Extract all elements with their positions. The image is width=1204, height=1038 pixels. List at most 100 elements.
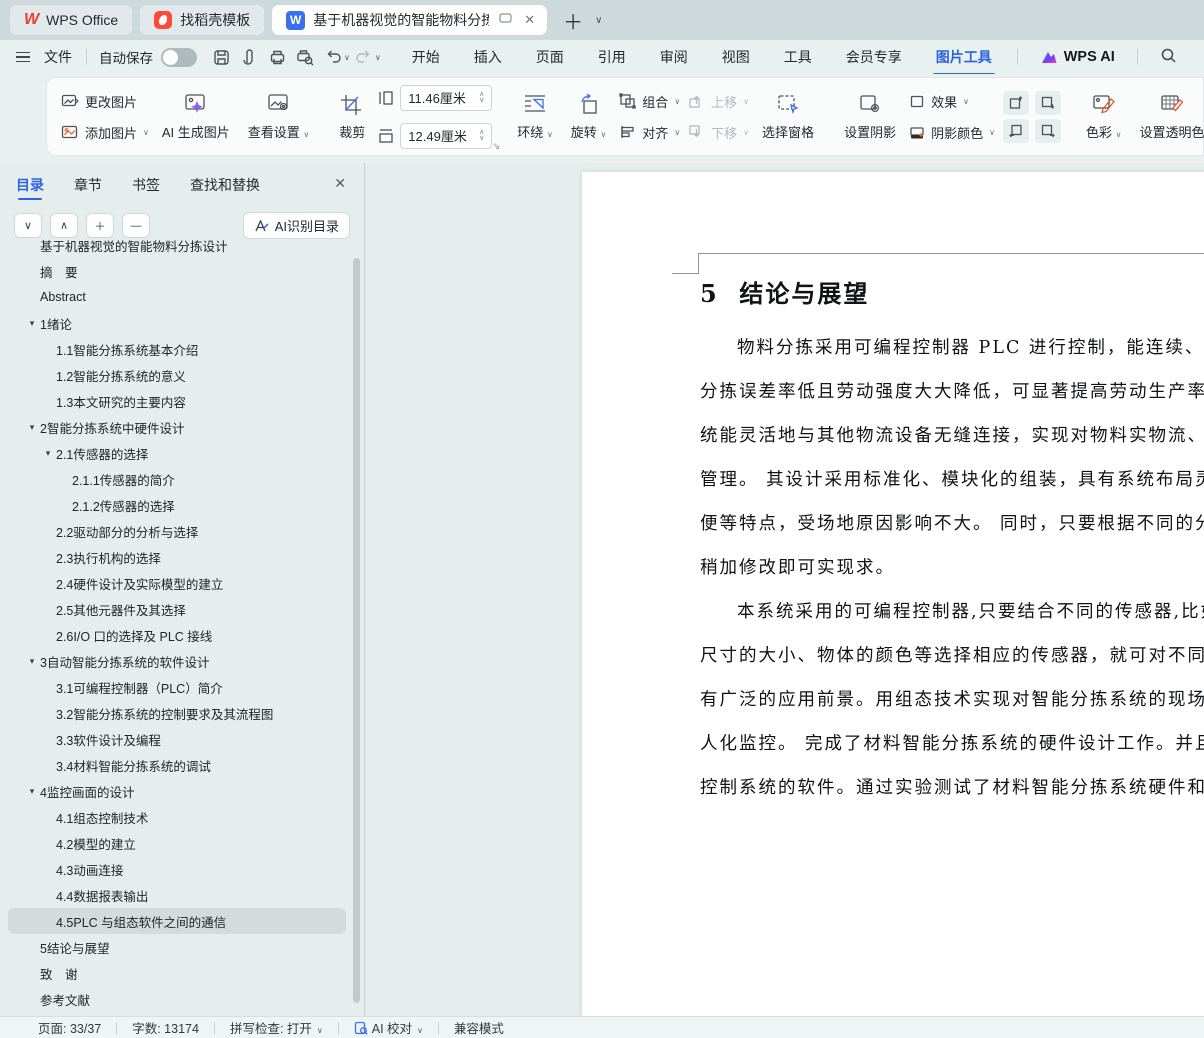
view-settings-button[interactable]: 查看设置 ∨	[243, 93, 315, 141]
menu-item[interactable]: 页面	[519, 40, 581, 74]
word-count[interactable]: 字数: 13174	[132, 1018, 199, 1037]
menu-item[interactable]: 会员专享	[829, 40, 919, 74]
toc-item[interactable]: ▾ 4.2模型的建立	[8, 830, 346, 856]
menu-item[interactable]: 工具	[767, 40, 829, 74]
toc-item[interactable]: ▾ 2.2驱动部分的分析与选择	[8, 518, 346, 544]
collapse-arrow-icon[interactable]: ▾	[24, 318, 40, 329]
size-dialog-launcher-icon[interactable]: ⇘	[493, 141, 501, 152]
pane-tab[interactable]: 章节	[74, 175, 102, 204]
new-tab-button[interactable]: ＋	[555, 6, 591, 35]
height-input[interactable]: 12.49厘米 ∧∨	[400, 123, 492, 149]
menu-item-picture-tools[interactable]: 图片工具	[919, 40, 1009, 74]
toc-item[interactable]: ▾ 2.4硬件设计及实际模型的建立	[8, 570, 346, 596]
toc-item[interactable]: ▾ 致 谢	[8, 960, 346, 986]
toc-item[interactable]: ▾ 3.4材料智能分拣系统的调试	[8, 752, 346, 778]
wps-ai-button[interactable]: WPS AI	[1026, 49, 1129, 65]
pane-close-icon[interactable]: ✕	[334, 175, 346, 201]
align-button[interactable]: 对齐 ∨	[619, 123, 680, 142]
menu-item[interactable]: 引用	[581, 40, 643, 74]
width-input[interactable]: 11.46厘米 ∧∨	[400, 85, 492, 111]
save-icon[interactable]	[207, 45, 235, 69]
redo-icon[interactable]	[350, 45, 378, 69]
toc-item[interactable]: ▾ 5结论与展望	[8, 934, 346, 960]
height-stepper[interactable]: ∧∨	[479, 130, 484, 142]
effects-button[interactable]: 效果 ∨	[909, 92, 995, 111]
toc-item[interactable]: ▾ 1.1智能分拣系统基本介绍	[8, 336, 346, 362]
quickbar-chevron-icon[interactable]: ∨	[375, 53, 381, 62]
toc-item[interactable]: ▾ 2.1.2传感器的选择	[8, 492, 346, 518]
tab-document[interactable]: W 基于机器视觉的智能物料分拣 ✕	[272, 5, 547, 35]
collapse-arrow-icon[interactable]: ▾	[24, 656, 40, 667]
shadow-down-button[interactable]	[1035, 91, 1061, 115]
shadow-left-button[interactable]	[1003, 119, 1029, 143]
toc-item[interactable]: ▾ 2智能分拣系统中硬件设计	[8, 414, 346, 440]
search-icon[interactable]	[1146, 47, 1191, 67]
send-backward-button[interactable]: 下移 ∨	[688, 123, 749, 142]
rotate-button[interactable]: 旋转 ∨	[566, 93, 612, 141]
shadow-color-button[interactable]: 阴影颜色 ∨	[909, 123, 995, 142]
toc-scrollbar-thumb[interactable]	[353, 258, 360, 1003]
change-picture-button[interactable]: 更改图片	[61, 92, 149, 111]
hamburger-icon[interactable]	[16, 52, 30, 63]
crop-button[interactable]: 裁剪	[334, 93, 370, 141]
tab-close-icon[interactable]: ✕	[520, 12, 539, 28]
group-button[interactable]: 组合 ∨	[619, 92, 680, 111]
toc-item[interactable]: ▾ 基于机器视觉的智能物料分拣设计	[8, 232, 346, 258]
print-preview-icon[interactable]	[291, 45, 319, 69]
autosave-toggle[interactable]	[161, 48, 197, 67]
toc-item[interactable]: ▾ 4.4数据报表输出	[8, 882, 346, 908]
tab-wps-office[interactable]: W WPS Office	[10, 5, 132, 35]
document-page[interactable]: 5 结论与展望 物料分拣采用可编程控制器 PLC 进行控制，能连续、大批量地分拣…	[582, 172, 1204, 1016]
collapse-arrow-icon[interactable]: ▾	[40, 448, 56, 459]
export-pdf-icon[interactable]	[235, 45, 263, 69]
menu-item[interactable]: 视图	[705, 40, 767, 74]
toc-item[interactable]: ▾ 2.5其他元器件及其选择	[8, 596, 346, 622]
menu-item[interactable]: 开始	[395, 40, 457, 74]
menu-item[interactable]: 插入	[457, 40, 519, 74]
menu-item[interactable]: 审阅	[643, 40, 705, 74]
set-transparent-button[interactable]: 设置透明色	[1134, 93, 1204, 141]
spellcheck-status[interactable]: 拼写检查: 打开∨	[230, 1018, 323, 1037]
toc-item[interactable]: ▾ 3自动智能分拣系统的软件设计	[8, 648, 346, 674]
toc-item[interactable]: ▾ 2.1传感器的选择	[8, 440, 346, 466]
undo-icon[interactable]	[319, 45, 347, 69]
ai-generate-picture-button[interactable]: AI 生成图片	[157, 93, 235, 141]
toc-item[interactable]: ▾ 参考文献	[8, 986, 346, 1010]
toc-item[interactable]: ▾ 2.1.1传感器的简介	[8, 466, 346, 492]
toc-item[interactable]: ▾ 1.3本文研究的主要内容	[8, 388, 346, 414]
color-button[interactable]: 色彩 ∨	[1081, 93, 1127, 141]
width-stepper[interactable]: ∧∨	[479, 92, 484, 104]
add-picture-button[interactable]: 添加图片 ∨	[61, 123, 149, 142]
toc-item[interactable]: ▾ 3.3软件设计及编程	[8, 726, 346, 752]
toc-item[interactable]: ▾ 摘 要	[8, 258, 346, 284]
shadow-up-button[interactable]	[1003, 91, 1029, 115]
ai-proofread-button[interactable]: AI 校对∨	[354, 1018, 423, 1037]
toc-item[interactable]: ▾ 2.3执行机构的选择	[8, 544, 346, 570]
pane-tab[interactable]: 查找和替换	[190, 175, 260, 204]
shadow-right-button[interactable]	[1035, 119, 1061, 143]
toc-item[interactable]: ▾ 3.2智能分拣系统的控制要求及其流程图	[8, 700, 346, 726]
file-menu[interactable]: 文件	[38, 43, 78, 71]
toc-item[interactable]: ▾ 3.1可编程控制器（PLC）简介	[8, 674, 346, 700]
tab-list-chevron-icon[interactable]: ∨	[591, 15, 606, 26]
selection-pane-button[interactable]: 选择窗格	[757, 93, 819, 141]
collapse-arrow-icon[interactable]: ▾	[24, 786, 40, 797]
wrap-button[interactable]: 环绕 ∨	[512, 93, 558, 141]
toc-item[interactable]: ▾ 4.1组态控制技术	[8, 804, 346, 830]
print-icon[interactable]	[263, 45, 291, 69]
toc-item[interactable]: ▾ 4.5PLC 与组态软件之间的通信	[8, 908, 346, 934]
toc-item[interactable]: ▾ Abstract	[8, 284, 346, 310]
pane-tab[interactable]: 书签	[132, 175, 160, 204]
undo-chevron-icon[interactable]: ∨	[344, 53, 350, 62]
collapse-arrow-icon[interactable]: ▾	[24, 422, 40, 433]
toc-item[interactable]: ▾ 2.6I/O 口的选择及 PLC 接线	[8, 622, 346, 648]
toc-item[interactable]: ▾ 1绪论	[8, 310, 346, 336]
toc-item[interactable]: ▾ 4监控画面的设计	[8, 778, 346, 804]
pane-tab[interactable]: 目录	[16, 175, 44, 204]
tab-docer-templates[interactable]: 找稻壳模板	[140, 5, 264, 35]
bring-forward-button[interactable]: 上移 ∨	[688, 92, 749, 111]
toc-item[interactable]: ▾ 1.2智能分拣系统的意义	[8, 362, 346, 388]
toc-item[interactable]: ▾ 4.3动画连接	[8, 856, 346, 882]
float-window-icon[interactable]	[499, 13, 512, 27]
set-shadow-button[interactable]: 设置阴影	[839, 93, 901, 141]
